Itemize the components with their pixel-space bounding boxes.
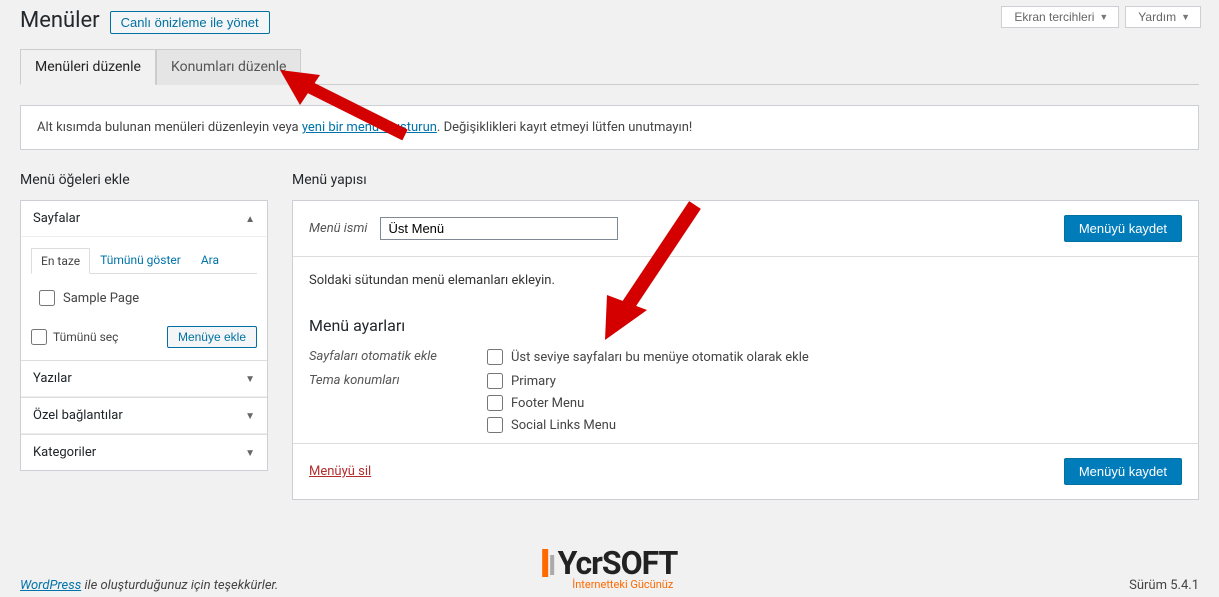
notice-link[interactable]: yeni bir menü oluşturun: [302, 120, 437, 135]
footer-thanks: ile oluşturduğunuz için teşekkürler.: [81, 578, 278, 593]
location-social-checkbox[interactable]: [487, 417, 503, 433]
metabox-posts-header[interactable]: Yazılar: [21, 360, 267, 397]
metabox-pages-title: Sayfalar: [33, 211, 80, 226]
location-footer-checkbox[interactable]: [487, 395, 503, 411]
metabox-categories-title: Kategoriler: [33, 445, 96, 460]
tab-edit-locations[interactable]: Konumları düzenle: [156, 49, 301, 85]
brand-logo: YcrSOFT İnternetteki Gücünüz: [542, 544, 678, 591]
settings-heading: Menü ayarları: [309, 316, 1182, 335]
notice-pre: Alt kısımda bulunan menüleri düzenleyin …: [37, 120, 302, 135]
page-item-label: Sample Page: [63, 291, 139, 306]
metabox-customlinks-title: Özel bağlantılar: [33, 408, 123, 423]
metabox-pages-header[interactable]: Sayfalar: [21, 201, 267, 237]
subtab-recent[interactable]: En taze: [31, 248, 90, 274]
help-button[interactable]: Yardım ▼: [1125, 6, 1201, 28]
auto-add-label: Sayfaları otomatik ekle: [309, 349, 487, 365]
location-footer-text: Footer Menu: [511, 396, 584, 411]
logo-text: YcrSOFT: [558, 544, 678, 582]
subtab-all[interactable]: Tümünü göster: [90, 247, 191, 273]
page-item-checkbox[interactable]: [39, 290, 55, 306]
chevron-up-icon: [245, 211, 255, 226]
footer-credit: WordPress ile oluşturduğunuz için teşekk…: [20, 578, 278, 593]
page-item-sample[interactable]: Sample Page: [31, 284, 257, 320]
chevron-down-icon: ▼: [1099, 12, 1108, 22]
metabox-customlinks-header[interactable]: Özel bağlantılar: [21, 397, 267, 434]
subtab-search[interactable]: Ara: [191, 247, 229, 273]
menu-name-label: Menü ismi: [309, 221, 368, 236]
auto-add-text: Üst seviye sayfaları bu menüye otomatik …: [511, 350, 809, 365]
screen-options-button[interactable]: Ekran tercihleri ▼: [1001, 6, 1119, 28]
metabox-posts-title: Yazılar: [33, 371, 72, 386]
chevron-down-icon: [245, 371, 255, 386]
auto-add-checkbox[interactable]: [487, 349, 503, 365]
chevron-down-icon: ▼: [1181, 12, 1190, 22]
notice-box: Alt kısımda bulunan menüleri düzenleyin …: [20, 105, 1199, 150]
page-title: Menüler: [20, 8, 100, 33]
location-primary[interactable]: Primary: [487, 373, 616, 389]
save-menu-button-top[interactable]: Menüyü kaydet: [1064, 215, 1182, 242]
select-all-label: Tümünü seç: [53, 330, 118, 344]
location-primary-checkbox[interactable]: [487, 373, 503, 389]
notice-post: . Değişiklikleri kayıt etmeyi lütfen unu…: [437, 120, 692, 135]
save-menu-button-bottom[interactable]: Menüyü kaydet: [1064, 458, 1182, 485]
chevron-down-icon: [245, 408, 255, 423]
location-social[interactable]: Social Links Menu: [487, 417, 616, 433]
help-label: Yardım: [1138, 10, 1176, 24]
empty-hint: Soldaki sütundan menü elemanları ekleyin…: [309, 273, 1182, 288]
select-all-checkbox[interactable]: [31, 329, 47, 345]
select-all[interactable]: Tümünü seç: [31, 329, 118, 345]
metabox-categories-header[interactable]: Kategoriler: [21, 434, 267, 470]
auto-add-option[interactable]: Üst seviye sayfaları bu menüye otomatik …: [487, 349, 809, 365]
location-primary-text: Primary: [511, 374, 556, 389]
delete-menu-link[interactable]: Menüyü sil: [309, 464, 371, 479]
chevron-down-icon: [245, 445, 255, 460]
add-to-menu-button[interactable]: Menüye ekle: [167, 326, 257, 348]
tab-edit-menus[interactable]: Menüleri düzenle: [20, 49, 156, 85]
menu-name-input[interactable]: [380, 217, 618, 240]
main-heading: Menü yapısı: [292, 172, 1199, 188]
location-footer[interactable]: Footer Menu: [487, 395, 616, 411]
screen-options-label: Ekran tercihleri: [1014, 10, 1094, 24]
footer-version: Sürüm 5.4.1: [1129, 578, 1199, 593]
tab-bar: Menüleri düzenle Konumları düzenle: [20, 48, 1199, 85]
location-social-text: Social Links Menu: [511, 418, 616, 433]
wordpress-link[interactable]: WordPress: [20, 578, 81, 593]
locations-label: Tema konumları: [309, 373, 487, 433]
live-preview-button[interactable]: Canlı önizleme ile yönet: [110, 11, 270, 34]
sidebar-heading: Menü öğeleri ekle: [20, 172, 268, 188]
